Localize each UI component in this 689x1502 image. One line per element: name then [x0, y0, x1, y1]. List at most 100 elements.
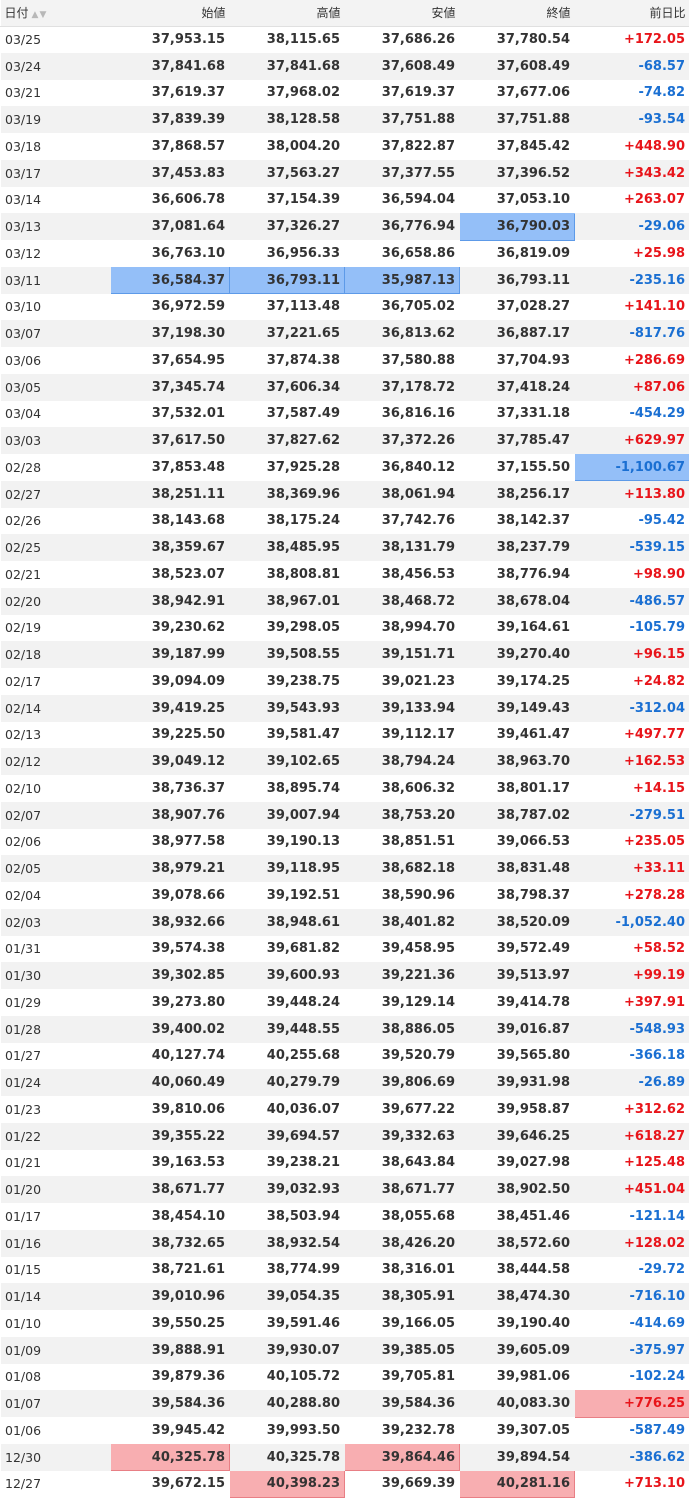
close-cell: 38,451.46 — [496, 1208, 570, 1224]
header-change[interactable]: 前日比 — [574, 0, 689, 27]
high-cell: 38,004.20 — [266, 138, 340, 154]
table-row: 03/13 37,081.64 37,326.27 36,776.94 36,790.0… — [0, 212, 689, 241]
date-cell: 02/21 — [5, 566, 42, 582]
header-close[interactable]: 終値 — [459, 0, 575, 27]
close-cell: 39,646.25 — [496, 1128, 570, 1144]
low-cell: 37,608.49 — [381, 58, 455, 74]
open-cell: 37,839.39 — [151, 112, 225, 128]
open-cell: 39,078.66 — [151, 887, 225, 903]
close-cell: 37,780.54 — [496, 31, 570, 47]
open-cell: 39,049.12 — [151, 754, 225, 770]
low-cell: 37,377.55 — [381, 165, 455, 181]
close-cell: 38,963.70 — [496, 754, 570, 770]
table-row: 01/08 39,879.36 40,105.72 39,705.81 39,981.0… — [1, 1364, 689, 1391]
low-cell: 37,742.76 — [381, 513, 455, 529]
header-low[interactable]: 安値 — [344, 0, 460, 27]
low-cell: 38,055.68 — [381, 1208, 455, 1224]
low-cell: 39,385.05 — [381, 1342, 455, 1358]
header-date-label: 日付 — [4, 6, 29, 21]
date-cell: 03/25 — [5, 31, 42, 47]
low-cell: 38,851.51 — [381, 834, 455, 850]
open-cell: 37,453.83 — [151, 165, 225, 181]
change-cell: -817.76 — [629, 326, 685, 342]
high-cell: 39,448.55 — [266, 1021, 340, 1037]
change-cell: +629.97 — [623, 433, 685, 449]
low-cell: 38,606.32 — [381, 780, 455, 796]
table-row: 02/26 38,143.68 38,175.24 37,742.76 38,142.3… — [1, 508, 689, 535]
open-cell: 38,736.37 — [151, 780, 225, 796]
low-cell: 38,643.84 — [381, 1155, 455, 1171]
date-cell: 03/13 — [5, 219, 42, 235]
low-cell: 38,671.77 — [381, 1182, 455, 1198]
table-row: 02/06 38,977.58 39,190.13 38,851.51 39,066.5… — [1, 829, 689, 856]
change-cell: -93.54 — [638, 112, 685, 128]
open-cell: 39,879.36 — [151, 1369, 225, 1385]
change-cell: -235.16 — [629, 272, 685, 288]
date-cell: 02/25 — [5, 540, 42, 556]
low-cell: 38,456.53 — [381, 566, 455, 582]
open-cell: 39,584.36 — [151, 1396, 225, 1412]
low-cell: 38,886.05 — [381, 1021, 455, 1037]
high-cell: 37,874.38 — [266, 352, 340, 368]
close-cell: 39,307.05 — [496, 1422, 570, 1438]
date-cell: 03/11 — [5, 272, 42, 288]
close-cell: 39,931.98 — [496, 1075, 570, 1091]
change-cell: -1,100.67 — [574, 453, 689, 482]
high-cell: 38,369.96 — [266, 486, 340, 502]
table-row: 03/25 37,953.15 38,115.65 37,686.26 37,780.5… — [1, 26, 689, 53]
low-cell: 38,401.82 — [381, 914, 455, 930]
header-high[interactable]: 高値 — [229, 0, 345, 27]
change-cell: -312.04 — [629, 700, 685, 716]
table-row: 03/05 37,345.74 37,606.34 37,178.72 37,418.2… — [0, 373, 689, 401]
high-cell: 39,993.50 — [266, 1422, 340, 1438]
close-cell: 38,798.37 — [496, 887, 570, 903]
date-cell: 02/12 — [5, 754, 42, 770]
sort-down-icon[interactable]: ▼ — [39, 10, 47, 20]
table-row: 03/24 37,841.68 37,841.68 37,608.49 37,608.4… — [0, 52, 689, 80]
low-cell: 36,705.02 — [381, 299, 455, 315]
open-cell: 39,810.06 — [151, 1101, 225, 1117]
close-cell: 39,981.06 — [496, 1369, 570, 1385]
table-row: 02/05 38,979.21 39,118.95 38,682.18 38,831.4… — [0, 855, 689, 882]
change-cell: +278.28 — [623, 887, 685, 903]
date-cell: 01/20 — [5, 1182, 42, 1198]
open-cell: 38,977.58 — [151, 834, 225, 850]
date-cell: 02/19 — [5, 620, 42, 636]
high-cell: 38,485.95 — [266, 540, 340, 556]
table-row: 02/17 39,094.09 39,238.75 39,021.23 39,174.2… — [1, 668, 689, 695]
table-row: 01/17 38,454.10 38,503.94 38,055.68 38,451.4… — [1, 1203, 689, 1230]
table-row: 02/25 38,359.67 38,485.95 38,131.79 38,237.7… — [0, 534, 689, 561]
close-cell: 38,256.17 — [496, 486, 570, 502]
open-cell: 37,081.64 — [151, 219, 225, 235]
close-cell: 37,704.93 — [496, 352, 570, 368]
table-row: 01/22 39,355.22 39,694.57 39,332.63 39,646.2… — [0, 1122, 689, 1150]
open-cell: 39,187.99 — [151, 647, 225, 663]
high-cell: 40,279.79 — [266, 1075, 340, 1091]
high-cell: 39,007.94 — [266, 807, 340, 823]
header-date[interactable]: 日付 ▲▼ — [0, 0, 111, 27]
close-cell: 40,281.16 — [459, 1470, 575, 1498]
change-cell: +286.69 — [623, 352, 685, 368]
open-cell: 39,230.62 — [151, 620, 225, 636]
open-cell: 39,550.25 — [151, 1315, 225, 1331]
low-cell: 39,332.63 — [381, 1128, 455, 1144]
open-cell: 39,355.22 — [151, 1128, 225, 1144]
close-cell: 37,845.42 — [496, 138, 570, 154]
change-cell: -105.79 — [629, 620, 685, 636]
close-cell: 38,474.30 — [496, 1289, 570, 1305]
high-cell: 40,255.68 — [266, 1048, 340, 1064]
table-row: 03/17 37,453.83 37,563.27 37,377.55 37,396.5… — [0, 159, 689, 187]
open-cell: 37,953.15 — [151, 31, 225, 47]
table-row: 01/29 39,273.80 39,448.24 39,129.14 39,414.7… — [1, 989, 689, 1016]
high-cell: 39,192.51 — [266, 887, 340, 903]
high-cell: 37,925.28 — [266, 459, 340, 475]
header-open[interactable]: 始値 — [110, 0, 230, 27]
change-cell: +235.05 — [623, 834, 685, 850]
change-cell: +58.52 — [632, 941, 685, 957]
change-cell: +397.91 — [623, 994, 685, 1010]
change-cell: -279.51 — [629, 807, 685, 823]
low-cell: 39,520.79 — [381, 1048, 455, 1064]
low-cell: 36,840.12 — [381, 459, 455, 475]
date-cell: 12/27 — [5, 1476, 42, 1492]
date-cell: 01/29 — [5, 994, 42, 1010]
